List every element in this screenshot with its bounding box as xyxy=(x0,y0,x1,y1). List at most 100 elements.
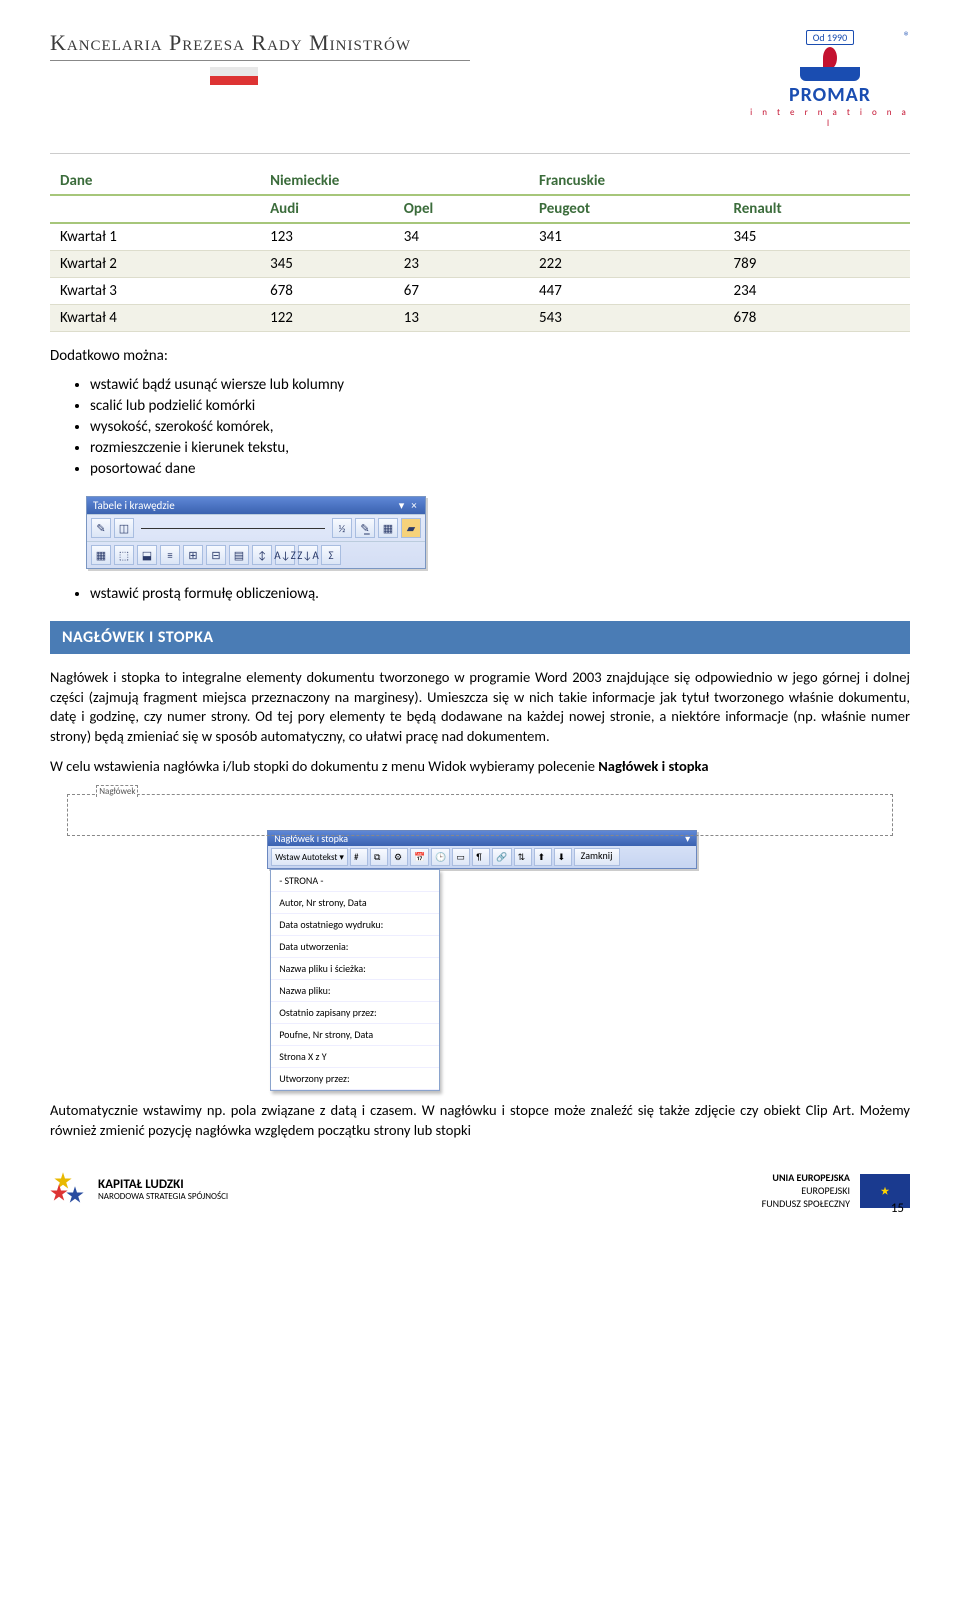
hf-close-button[interactable]: Zamknij xyxy=(574,848,620,866)
para2-bold: Nagłówek i stopka xyxy=(598,757,708,775)
cell: 13 xyxy=(394,305,529,332)
cell: 34 xyxy=(394,223,529,251)
merge-cells-icon[interactable]: ⬚ xyxy=(114,545,134,565)
para2-text: W celu wstawienia nagłówka i/lub stopki … xyxy=(50,757,598,775)
cell: 341 xyxy=(529,223,724,251)
th-peugeot: Peugeot xyxy=(529,195,724,223)
link-previous-icon[interactable]: 🔗 xyxy=(492,848,511,866)
cell: 678 xyxy=(724,305,911,332)
promar-since: Od 1990 xyxy=(806,30,854,45)
border-color-icon[interactable]: ✎̲ xyxy=(355,518,375,538)
list-item: scalić lub podzielić komórki xyxy=(90,397,910,415)
cell: 345 xyxy=(724,223,911,251)
cell: 345 xyxy=(260,251,394,278)
menu-item[interactable]: Data utworzenia: xyxy=(271,936,439,958)
lead-text: Dodatkowo można: xyxy=(50,346,910,366)
paragraph-2: W celu wstawienia nagłówka i/lub stopki … xyxy=(50,757,910,777)
menu-item[interactable]: Utworzony przez: xyxy=(271,1068,439,1090)
shading-color-icon[interactable]: ▰ xyxy=(401,518,421,538)
sort-ascending-icon[interactable]: A↓Z xyxy=(275,545,295,565)
autosum-icon[interactable]: Σ xyxy=(321,545,341,565)
th-empty xyxy=(50,195,260,223)
toolbar-row-1: ✎ ◫ ½ ✎̲ ▦ ▰ xyxy=(87,514,425,541)
kl-title: KAPITAŁ LUDZKI xyxy=(98,1178,228,1192)
format-page-number-icon[interactable]: ⚙ xyxy=(390,848,408,866)
num-pages-icon[interactable]: ⧉ xyxy=(370,848,388,866)
list-item: rozmieszczenie i kierunek tekstu, xyxy=(90,439,910,457)
cell: 122 xyxy=(260,305,394,332)
page-number: 15 xyxy=(891,1201,904,1216)
distribute-cols-icon[interactable]: ⊟ xyxy=(206,545,226,565)
cell: 123 xyxy=(260,223,394,251)
section-heading-naglowek: NAGŁÓWEK I STOPKA xyxy=(50,621,910,654)
th-opel: Opel xyxy=(394,195,529,223)
org-title: Kancelaria Prezesa Rady Ministrów xyxy=(50,30,470,56)
toolbar-titlebar[interactable]: Tabele i krawędzie ▾ × xyxy=(87,497,425,514)
outside-border-icon[interactable]: ▦ xyxy=(378,518,398,538)
kapital-ludzki-logo: KAPITAŁ LUDZKI NARODOWA STRATEGIA SPÓJNO… xyxy=(50,1170,228,1210)
header-footer-illustration: Nagłówek Nagłówek i stopka ▾ Wstaw Autot… xyxy=(67,794,893,1091)
org-block: Kancelaria Prezesa Rady Ministrów xyxy=(50,30,470,85)
quarter-data-table: Dane Niemieckie Francuskie Audi Opel Peu… xyxy=(50,168,910,332)
distribute-rows-icon[interactable]: ⊞ xyxy=(183,545,203,565)
menu-item[interactable]: - STRONA - xyxy=(271,870,439,892)
ue-line3: FUNDUSZ SPOŁECZNY xyxy=(762,1197,850,1210)
kl-subtitle: NARODOWA STRATEGIA SPÓJNOŚCI xyxy=(98,1192,228,1202)
menu-item[interactable]: Strona X z Y xyxy=(271,1046,439,1068)
page-header: Kancelaria Prezesa Rady Ministrów Od 199… xyxy=(50,30,910,129)
eu-logo-block: UNIA EUROPEJSKA EUROPEJSKI FUNDUSZ SPOŁE… xyxy=(762,1171,910,1210)
menu-item[interactable]: Poufne, Nr strony, Data xyxy=(271,1024,439,1046)
promar-logo-icon xyxy=(800,49,860,81)
insert-table-icon[interactable]: ▦ xyxy=(91,545,111,565)
list-item: posortować dane xyxy=(90,460,910,478)
autoformat-icon[interactable]: ▤ xyxy=(229,545,249,565)
cell: 234 xyxy=(724,278,911,305)
th-dane: Dane xyxy=(50,168,260,195)
time-icon[interactable]: 🕒 xyxy=(431,848,450,866)
page-setup-icon[interactable]: ▭ xyxy=(452,848,470,866)
show-previous-icon[interactable]: ⬆ xyxy=(534,848,552,866)
poland-flag-icon xyxy=(210,67,258,85)
header-edit-frame[interactable]: Nagłówek xyxy=(67,794,893,836)
line-style-preview[interactable] xyxy=(141,528,325,529)
table-header-top: Dane Niemieckie Francuskie xyxy=(50,168,910,195)
toolbar-row-2: ▦ ⬚ ⬓ ≡ ⊞ ⊟ ▤ ↕ A↓Z Z↓A Σ xyxy=(87,541,425,568)
cell: 789 xyxy=(724,251,911,278)
row-label: Kwartał 3 xyxy=(50,278,260,305)
header-divider xyxy=(50,153,910,154)
menu-item[interactable]: Autor, Nr strony, Data xyxy=(271,892,439,914)
menu-item[interactable]: Nazwa pliku: xyxy=(271,980,439,1002)
menu-item[interactable]: Ostatnio zapisany przez: xyxy=(271,1002,439,1024)
registered-icon: ® xyxy=(904,30,910,44)
insert-autotext-button[interactable]: Wstaw Autotekst ▾ xyxy=(271,848,348,866)
paragraph-1: Nagłówek i stopka to integralne elementy… xyxy=(50,668,910,746)
toolbar-minimize-icon[interactable]: ▾ xyxy=(397,499,407,512)
text-direction-icon[interactable]: ↕ xyxy=(252,545,272,565)
sort-descending-icon[interactable]: Z↓A xyxy=(298,545,318,565)
table-row: Kwartał 3 678 67 447 234 xyxy=(50,278,910,305)
bullet-list-2: wstawić prostą formułę obliczeniową. xyxy=(90,585,910,603)
date-icon[interactable]: 📅 xyxy=(410,848,429,866)
list-item: wysokość, szerokość komórek, xyxy=(90,418,910,436)
menu-item[interactable]: Data ostatniego wydruku: xyxy=(271,914,439,936)
menu-item[interactable]: Nazwa pliku i ścieżka: xyxy=(271,958,439,980)
split-cells-icon[interactable]: ⬓ xyxy=(137,545,157,565)
row-label: Kwartał 4 xyxy=(50,305,260,332)
toolbar-close-icon[interactable]: × xyxy=(409,499,419,512)
th-francuskie: Francuskie xyxy=(529,168,910,195)
align-icon[interactable]: ≡ xyxy=(160,545,180,565)
promar-logo-block: Od 1990 ® PROMAR i n t e r n a t i o n a… xyxy=(750,30,910,129)
show-hide-text-icon[interactable]: ¶ xyxy=(472,848,490,866)
switch-header-footer-icon[interactable]: ⇅ xyxy=(514,848,532,866)
line-weight-dropdown[interactable]: ½ xyxy=(332,518,352,538)
cell: 222 xyxy=(529,251,724,278)
eraser-icon[interactable]: ◫ xyxy=(114,518,134,538)
promar-name: PROMAR xyxy=(750,83,910,107)
table-row: Kwartał 1 123 34 341 345 xyxy=(50,223,910,251)
show-next-icon[interactable]: ⬇ xyxy=(554,848,572,866)
cell: 678 xyxy=(260,278,394,305)
draw-table-icon[interactable]: ✎ xyxy=(91,518,111,538)
page-number-icon[interactable]: # xyxy=(350,848,368,866)
th-audi: Audi xyxy=(260,195,394,223)
cell: 67 xyxy=(394,278,529,305)
